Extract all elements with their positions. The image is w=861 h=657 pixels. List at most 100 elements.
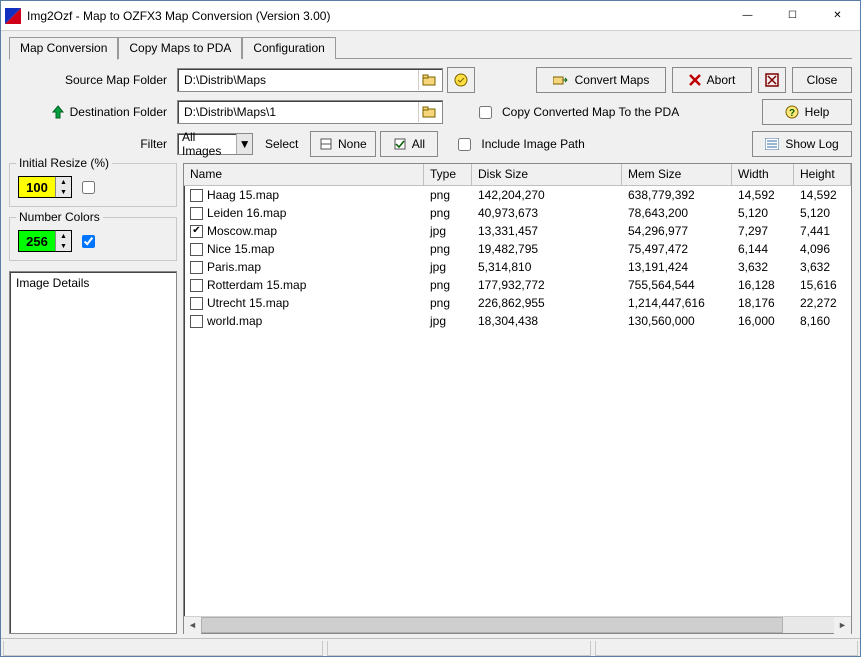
row-checkbox[interactable] xyxy=(190,297,203,310)
cell-name: world.map xyxy=(207,314,262,328)
table-row[interactable]: Utrecht 15.mappng226,862,9551,214,447,61… xyxy=(184,294,851,312)
cell-name: Moscow.map xyxy=(207,224,277,238)
tab-label: Map Conversion xyxy=(20,41,107,55)
tab-strip: Map Conversion Copy Maps to PDA Configur… xyxy=(1,31,860,59)
select-label: Select xyxy=(265,137,298,151)
scroll-thumb[interactable] xyxy=(201,617,783,633)
abort-icon xyxy=(689,74,701,86)
cell-disk: 19,482,795 xyxy=(472,242,622,256)
cell-name: Utrecht 15.map xyxy=(207,296,289,310)
resize-spinner[interactable]: 100 ▲▼ xyxy=(18,176,72,198)
table-row[interactable]: Leiden 16.mappng40,973,67378,643,2005,12… xyxy=(184,204,851,222)
select-none-button[interactable]: None xyxy=(310,131,376,157)
cell-height: 7,441 xyxy=(794,224,851,238)
refresh-source-button[interactable] xyxy=(447,67,475,93)
chevron-down-icon: ▼ xyxy=(236,134,252,154)
cell-height: 5,120 xyxy=(794,206,851,220)
row-checkbox[interactable]: ✔ xyxy=(190,225,203,238)
window-close-button[interactable]: ✕ xyxy=(815,1,860,30)
column-height[interactable]: Height xyxy=(794,164,851,185)
abort-button[interactable]: Abort xyxy=(672,67,752,93)
tab-configuration[interactable]: Configuration xyxy=(242,37,335,59)
help-button[interactable]: ? Help xyxy=(762,99,852,125)
show-log-button[interactable]: Show Log xyxy=(752,131,852,157)
source-folder-field[interactable] xyxy=(182,72,418,88)
include-path-input[interactable] xyxy=(458,138,471,151)
close-panel-button[interactable] xyxy=(758,67,786,93)
browse-dest-icon[interactable] xyxy=(418,102,440,122)
row-checkbox[interactable] xyxy=(190,279,203,292)
cell-type: png xyxy=(424,278,472,292)
tab-map-conversion[interactable]: Map Conversion xyxy=(9,37,118,60)
button-label: Help xyxy=(805,105,830,119)
scroll-left-arrow[interactable]: ◄ xyxy=(184,617,201,634)
convert-maps-button[interactable]: Convert Maps xyxy=(536,67,666,93)
cell-disk: 40,973,673 xyxy=(472,206,622,220)
cell-name: Rotterdam 15.map xyxy=(207,278,306,292)
include-path-checkbox[interactable]: Include Image Path xyxy=(458,137,584,151)
titlebar: Img2Ozf - Map to OZFX3 Map Conversion (V… xyxy=(1,1,860,31)
spinner-arrows[interactable]: ▲▼ xyxy=(55,231,71,251)
app-window: Img2Ozf - Map to OZFX3 Map Conversion (V… xyxy=(0,0,861,657)
cell-width: 18,176 xyxy=(732,296,794,310)
cell-disk: 142,204,270 xyxy=(472,188,622,202)
close-button[interactable]: Close xyxy=(792,67,852,93)
grid-body[interactable]: Haag 15.mappng142,204,270638,779,39214,5… xyxy=(184,186,851,616)
table-row[interactable]: Paris.mapjpg5,314,81013,191,4243,6323,63… xyxy=(184,258,851,276)
image-details-panel: Image Details xyxy=(9,271,177,634)
column-disk[interactable]: Disk Size xyxy=(472,164,622,185)
cell-width: 16,000 xyxy=(732,314,794,328)
minimize-button[interactable]: — xyxy=(725,1,770,30)
none-icon xyxy=(320,138,332,150)
checkbox-label: Copy Converted Map To the PDA xyxy=(502,105,679,119)
log-icon xyxy=(765,138,779,150)
spinner-arrows[interactable]: ▲▼ xyxy=(55,177,71,197)
table-row[interactable]: Rotterdam 15.mappng177,932,772755,564,54… xyxy=(184,276,851,294)
dest-label: Destination Folder xyxy=(70,105,167,119)
up-folder-icon[interactable] xyxy=(50,104,66,120)
filter-label: Filter xyxy=(9,137,173,151)
table-row[interactable]: ✔Moscow.mapjpg13,331,45754,296,9777,2977… xyxy=(184,222,851,240)
cell-disk: 5,314,810 xyxy=(472,260,622,274)
row-checkbox[interactable] xyxy=(190,315,203,328)
copy-to-pda-input[interactable] xyxy=(479,106,492,119)
cell-height: 3,632 xyxy=(794,260,851,274)
resize-extra-checkbox[interactable] xyxy=(82,181,95,194)
filter-dropdown[interactable]: All Images ▼ xyxy=(177,133,253,155)
scroll-right-arrow[interactable]: ► xyxy=(834,617,851,634)
maximize-button[interactable]: ☐ xyxy=(770,1,815,30)
cell-width: 3,632 xyxy=(732,260,794,274)
cell-width: 6,144 xyxy=(732,242,794,256)
cell-disk: 18,304,438 xyxy=(472,314,622,328)
group-title: Number Colors xyxy=(16,210,103,224)
tab-content: Source Map Folder Convert Maps xyxy=(1,59,860,638)
table-row[interactable]: Haag 15.mappng142,204,270638,779,39214,5… xyxy=(184,186,851,204)
dest-folder-input[interactable] xyxy=(177,100,443,124)
row-checkbox[interactable] xyxy=(190,261,203,274)
scroll-track[interactable] xyxy=(201,617,834,633)
row-checkbox[interactable] xyxy=(190,243,203,256)
column-width[interactable]: Width xyxy=(732,164,794,185)
button-label: None xyxy=(338,137,367,151)
left-panel: Initial Resize (%) 100 ▲▼ Number Colors … xyxy=(9,163,177,634)
colors-spinner[interactable]: 256 ▲▼ xyxy=(18,230,72,252)
colors-extra-checkbox[interactable] xyxy=(82,235,95,248)
horizontal-scrollbar[interactable]: ◄ ► xyxy=(184,616,851,633)
table-row[interactable]: Nice 15.mappng19,482,79575,497,4726,1444… xyxy=(184,240,851,258)
dest-folder-field[interactable] xyxy=(182,104,418,120)
column-type[interactable]: Type xyxy=(424,164,472,185)
column-mem[interactable]: Mem Size xyxy=(622,164,732,185)
row-checkbox[interactable] xyxy=(190,207,203,220)
all-icon xyxy=(394,138,406,150)
row-checkbox[interactable] xyxy=(190,189,203,202)
convert-icon xyxy=(553,73,569,87)
number-colors-group: Number Colors 256 ▲▼ xyxy=(9,217,177,261)
column-name[interactable]: Name xyxy=(184,164,424,185)
status-cell-1 xyxy=(3,641,323,656)
source-folder-input[interactable] xyxy=(177,68,443,92)
browse-source-icon[interactable] xyxy=(418,70,440,90)
select-all-button[interactable]: All xyxy=(380,131,438,157)
copy-to-pda-checkbox[interactable]: Copy Converted Map To the PDA xyxy=(479,105,679,119)
tab-copy-maps[interactable]: Copy Maps to PDA xyxy=(118,37,242,59)
table-row[interactable]: world.mapjpg18,304,438130,560,00016,0008… xyxy=(184,312,851,330)
